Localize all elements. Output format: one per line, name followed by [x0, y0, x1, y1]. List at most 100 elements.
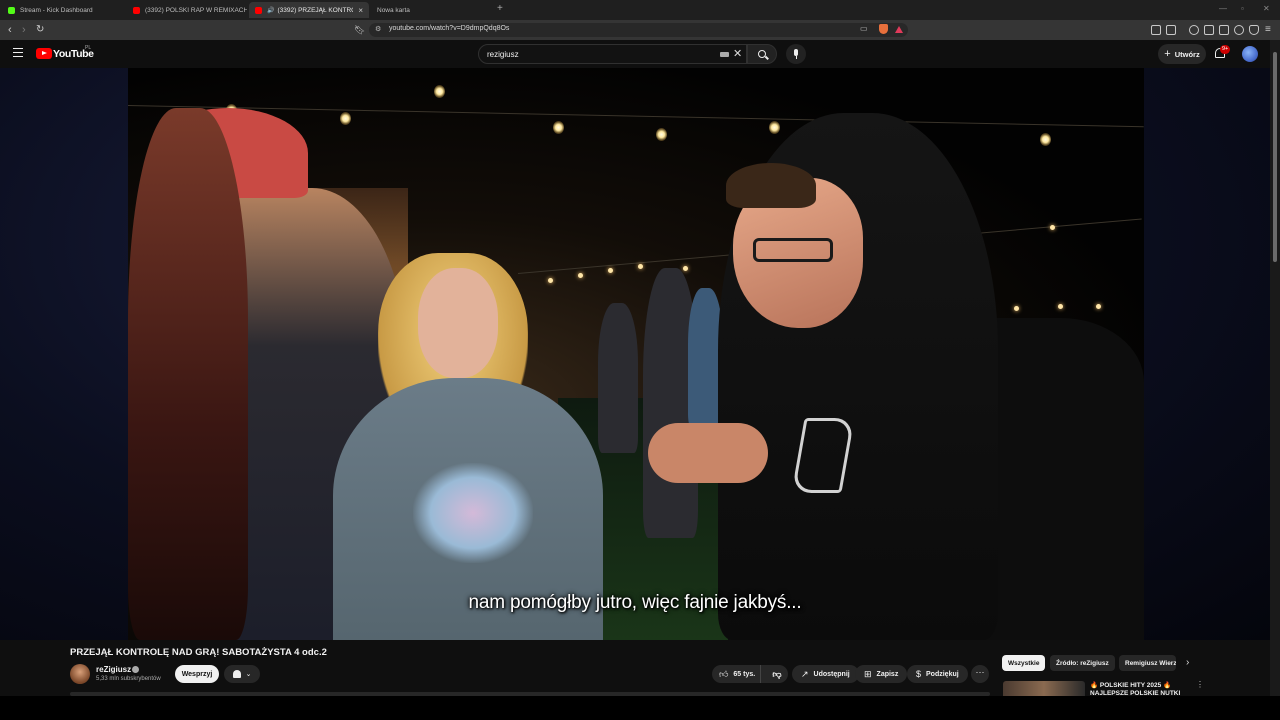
leo-ai-icon[interactable]: [1234, 25, 1244, 35]
notification-badge: 9+: [1220, 45, 1231, 54]
glasses: [753, 238, 833, 262]
browser-tab-rap-remix[interactable]: (3392) POLSKI RAP W REMIXACH 2025: [127, 2, 247, 18]
bookmark-icon[interactable]: 🔖︎: [354, 23, 365, 37]
chevron-right-icon[interactable]: ›: [1186, 657, 1189, 668]
site-info-icon[interactable]: ⚙: [375, 25, 381, 33]
account-avatar[interactable]: [1242, 46, 1258, 62]
save-button[interactable]: ⊞ Zapisz: [855, 665, 908, 683]
youtube-favicon-icon: [133, 6, 140, 14]
more-actions-icon[interactable]: ···: [971, 665, 989, 683]
verified-badge-icon: [132, 666, 139, 673]
screenshot-icon[interactable]: [1166, 25, 1176, 35]
share-icon: ↗: [801, 668, 809, 679]
wallet-icon[interactable]: [1219, 25, 1229, 35]
video-player[interactable]: nam pomógłby jutro, więc fajnie jakbyś..…: [0, 68, 1270, 640]
tab-title: (3392) PRZEJĄŁ KONTROLĘ NA: [277, 6, 353, 14]
create-button[interactable]: + Utwórz: [1158, 44, 1206, 64]
audio-playing-icon: 🔊: [267, 7, 275, 14]
video-frame[interactable]: [128, 68, 1144, 640]
thanks-label: Podziękuj: [926, 670, 959, 678]
tab-title: Nowa karta: [377, 6, 410, 14]
subscription-notification-button[interactable]: ⌄: [224, 665, 260, 683]
chevron-down-icon: ⌄: [245, 671, 252, 678]
light-bulb: [578, 273, 583, 278]
sidebar-icon[interactable]: [1204, 25, 1214, 35]
keyboard-icon[interactable]: [720, 52, 729, 57]
forward-icon[interactable]: ›: [22, 23, 26, 37]
tab-title: (3392) POLSKI RAP W REMIXACH 2025: [145, 6, 247, 14]
light-bulb: [769, 121, 780, 134]
light-bulb: [548, 278, 553, 283]
thanks-button[interactable]: $ Podziękuj: [907, 665, 968, 683]
light-bulb: [1058, 304, 1063, 309]
light-bulb: [608, 268, 613, 273]
youtube-masthead: YouTube PL rezigiusz ✕ + Utwórz 9+: [0, 40, 1280, 68]
cast-icon[interactable]: ▭: [860, 24, 868, 33]
dislike-button[interactable]: 👎︎: [766, 669, 788, 680]
person-left-edge: [128, 108, 248, 640]
light-bulb: [553, 121, 564, 134]
browser-menu-icon[interactable]: ≡: [1265, 24, 1271, 35]
support-button[interactable]: Wesprzyj: [175, 665, 219, 683]
light-bulb: [1096, 304, 1101, 309]
browser-tab-strip: Stream - Kick Dashboard (3392) POLSKI RA…: [0, 0, 1280, 20]
recommendation-thumbnail[interactable]: [1003, 681, 1085, 697]
page-scrollbar[interactable]: [1270, 40, 1280, 696]
like-count: 65 tys.: [733, 670, 756, 678]
back-icon[interactable]: ‹: [8, 23, 12, 37]
rewards-icon[interactable]: [895, 26, 903, 33]
light-bulb: [1014, 306, 1019, 311]
hoodie-print: [413, 463, 533, 563]
light-bulb: [340, 112, 351, 125]
save-icon: ⊞: [864, 668, 872, 679]
thanks-icon: $: [916, 669, 922, 679]
kick-favicon-icon: [8, 6, 15, 14]
light-bulb: [1050, 225, 1055, 230]
brave-shield-icon[interactable]: [879, 24, 888, 34]
browser-toolbar: ‹ › ↻ 🔖︎ ⚙ youtube.com/watch?v=D9dmpQdq8…: [0, 20, 1280, 40]
subscriber-count: 5,33 mln subskrybentów: [96, 676, 161, 682]
browser-tab-current-video[interactable]: 🔊 (3392) PRZEJĄŁ KONTROLĘ NA ×: [249, 2, 369, 18]
bottom-bar: [0, 696, 1280, 720]
bell-icon: [232, 670, 241, 678]
extensions-icon[interactable]: [1151, 25, 1161, 35]
search-button[interactable]: [747, 44, 777, 64]
chip-from-channel[interactable]: Źródło: reZigiusz: [1050, 655, 1115, 671]
recommendation-menu-icon[interactable]: ⋮: [1196, 680, 1204, 689]
light-bulb: [434, 85, 445, 98]
share-label: Udostępnij: [813, 670, 850, 678]
youtube-logo-icon[interactable]: [36, 48, 52, 59]
address-bar[interactable]: ⚙ youtube.com/watch?v=D9dmpQdq8Os ▭: [369, 23, 908, 37]
chip-remigiusz[interactable]: Remigiusz Wierz: [1119, 655, 1176, 671]
close-window-icon[interactable]: ✕: [1263, 4, 1270, 13]
search-value: rezigiusz: [487, 50, 519, 59]
chip-all[interactable]: Wszystkie: [1002, 655, 1046, 671]
browser-tab-new[interactable]: Nowa karta: [371, 2, 491, 18]
like-dislike-group: 👍︎ 65 tys. 👎︎: [712, 665, 788, 683]
share-button[interactable]: ↗ Udostępnij: [792, 665, 859, 683]
thumbs-down-icon: 👎︎: [772, 668, 782, 679]
scrollbar-thumb[interactable]: [1273, 52, 1277, 262]
voice-search-icon[interactable]: [786, 44, 806, 64]
create-label: Utwórz: [1174, 49, 1200, 59]
search-icon: [758, 50, 766, 58]
plus-icon: +: [1164, 48, 1171, 60]
browser-tab-kick[interactable]: Stream - Kick Dashboard: [2, 2, 125, 18]
url-text: youtube.com/watch?v=D9dmpQdq8Os: [389, 25, 510, 32]
thumbs-up-icon: 👍︎: [719, 668, 729, 679]
reload-icon[interactable]: ↻: [36, 23, 44, 37]
clear-search-icon[interactable]: ✕: [733, 47, 742, 60]
music-icon[interactable]: [1189, 25, 1199, 35]
light-bulb: [683, 266, 688, 271]
channel-name[interactable]: reZigiusz: [96, 665, 131, 674]
close-tab-icon[interactable]: ×: [358, 6, 363, 15]
new-tab-plus-icon[interactable]: +: [497, 3, 503, 14]
vpn-shield-icon[interactable]: [1249, 25, 1259, 35]
like-button[interactable]: 👍︎ 65 tys.: [712, 665, 761, 683]
search-input[interactable]: rezigiusz ✕: [478, 44, 747, 64]
guide-menu-icon[interactable]: [13, 48, 23, 57]
video-info-section: PRZEJĄŁ KONTROLĘ NAD GRĄ! SABOTAŻYSTA 4 …: [0, 640, 1270, 697]
minimize-window-icon[interactable]: —: [1219, 4, 1227, 13]
channel-avatar[interactable]: [70, 664, 90, 684]
maximize-window-icon[interactable]: ▫: [1241, 4, 1244, 13]
